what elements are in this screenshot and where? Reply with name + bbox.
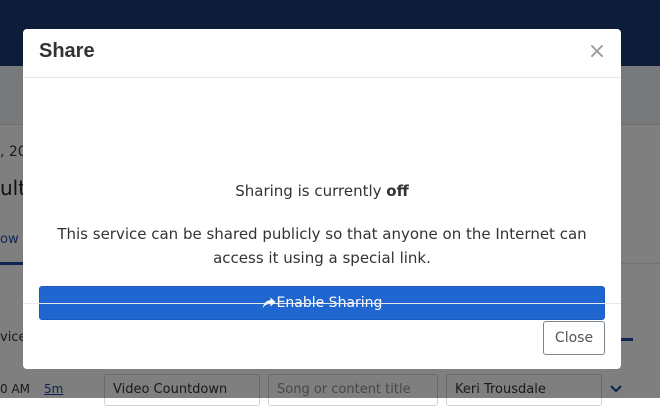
sharing-status-label: Sharing is currently [235, 182, 387, 200]
share-dialog: Share × Sharing is currently off This se… [23, 29, 621, 369]
sharing-status-value: off [386, 182, 409, 200]
dialog-header: Share × [23, 29, 621, 78]
dialog-footer: Close [23, 303, 621, 369]
close-button[interactable]: Close [543, 321, 605, 355]
dialog-body: Sharing is currently off This service ca… [23, 78, 621, 320]
sharing-description: This service can be shared publicly so t… [57, 225, 587, 267]
dialog-title: Share [39, 40, 95, 62]
sharing-status: Sharing is currently off [23, 182, 621, 200]
close-icon[interactable]: × [587, 41, 607, 63]
